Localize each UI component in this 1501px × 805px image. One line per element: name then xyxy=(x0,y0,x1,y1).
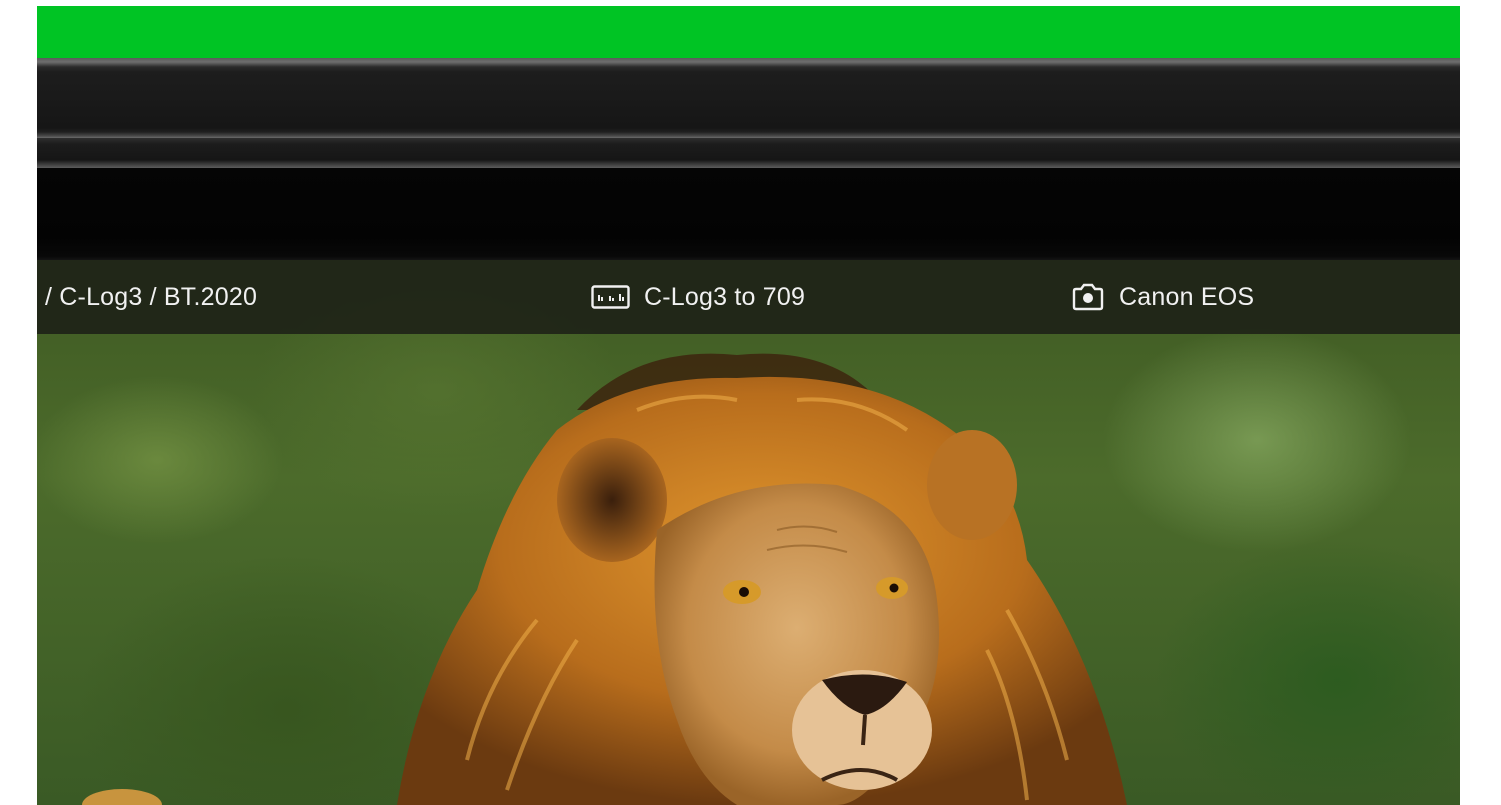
accent-bar xyxy=(37,6,1460,58)
color-space-label: / C-Log3 / BT.2020 xyxy=(45,282,258,311)
lut-icon xyxy=(591,285,630,309)
toolbar-primary xyxy=(37,58,1460,138)
lion-photo xyxy=(82,353,1127,805)
app-frame: / C-Log3 / BT.2020 C-Log3 to 709 Canon E… xyxy=(37,6,1460,805)
camera-label: Canon EOS xyxy=(1119,282,1255,311)
color-space-info: / C-Log3 / BT.2020 xyxy=(45,260,257,334)
toolbar-secondary xyxy=(37,138,1460,168)
lut-info[interactable]: C-Log3 to 709 xyxy=(591,260,805,334)
header-panel xyxy=(37,168,1460,260)
image-viewer[interactable]: / C-Log3 / BT.2020 C-Log3 to 709 Canon E… xyxy=(37,260,1460,805)
clip-info-bar: / C-Log3 / BT.2020 C-Log3 to 709 Canon E… xyxy=(37,260,1460,334)
camera-info[interactable]: Canon EOS xyxy=(1071,260,1254,334)
lut-label: C-Log3 to 709 xyxy=(644,282,806,311)
camera-icon xyxy=(1071,283,1105,311)
